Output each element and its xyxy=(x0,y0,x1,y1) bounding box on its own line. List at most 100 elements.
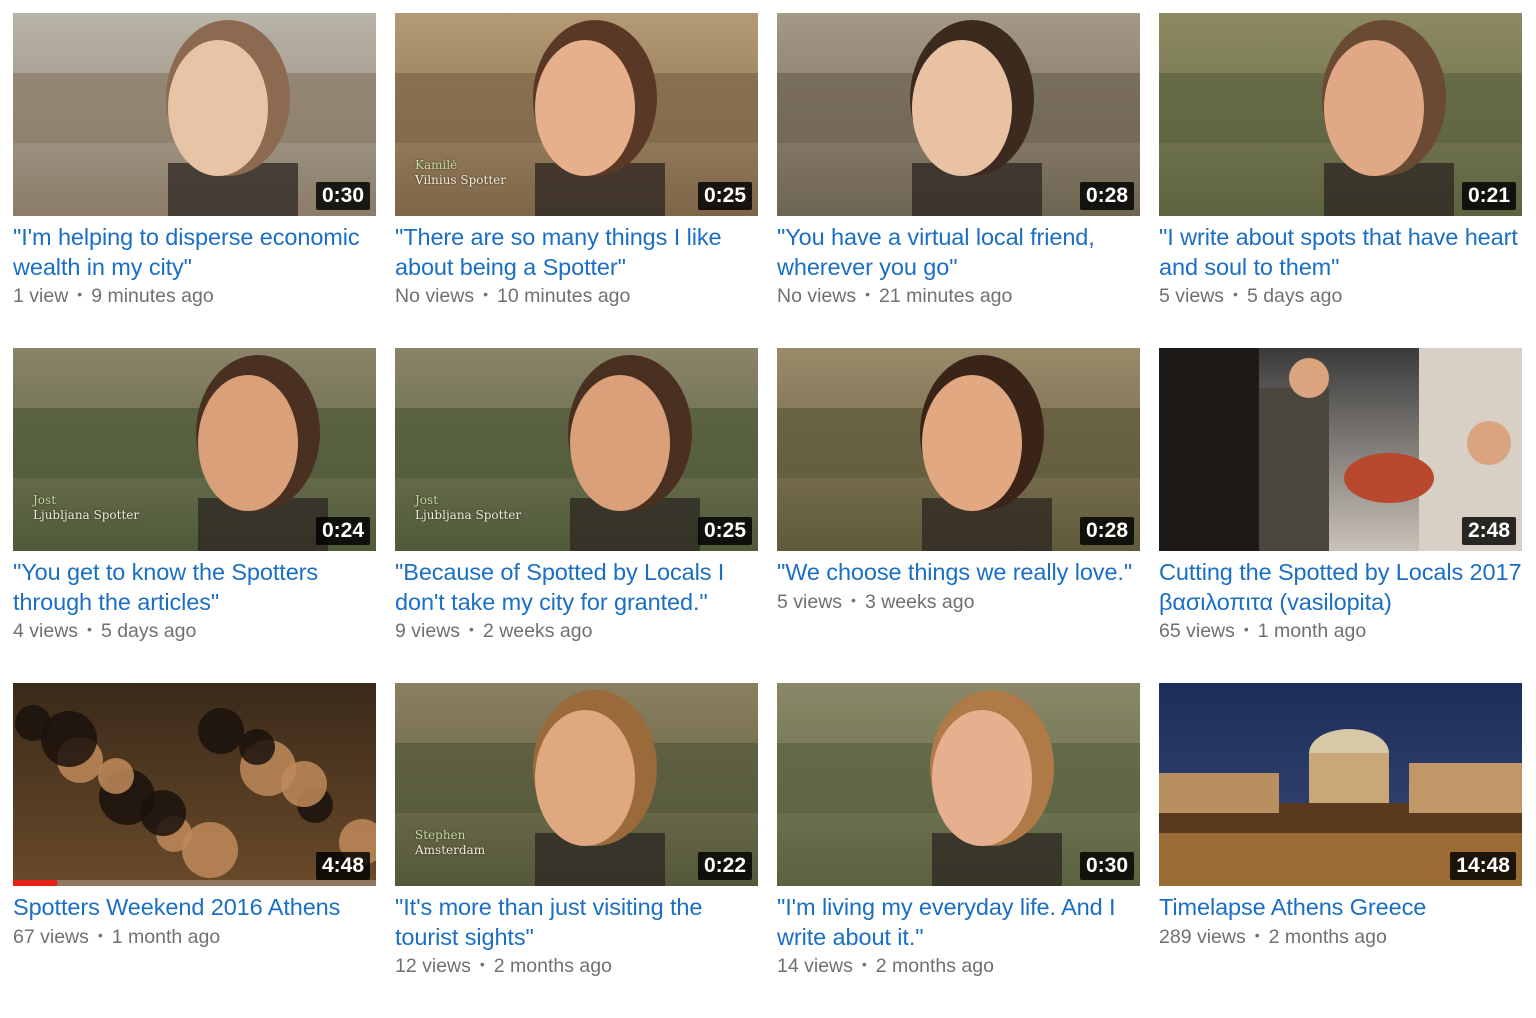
video-meta: No views • 10 minutes ago xyxy=(395,282,758,311)
video-meta: 1 view • 9 minutes ago xyxy=(13,282,376,311)
upload-age: 2 months ago xyxy=(1268,925,1387,948)
video-card[interactable]: 0:28 "You have a virtual local friend, w… xyxy=(777,13,1140,348)
video-card[interactable]: Jost Ljubljana Spotter 0:24 "You get to kn… xyxy=(13,348,376,683)
duration-badge: 0:24 xyxy=(315,517,370,545)
video-thumbnail[interactable]: Stephen Amsterdam 0:22 xyxy=(395,683,758,886)
video-title[interactable]: Spotters Weekend 2016 Athens xyxy=(13,893,376,923)
upload-age: 2 months ago xyxy=(493,955,612,977)
separator-dot: • xyxy=(469,621,474,637)
video-title[interactable]: Timelapse Athens Greece xyxy=(1159,893,1522,923)
caption-city: Amsterdam xyxy=(415,843,486,857)
separator-dot: • xyxy=(861,956,867,972)
video-title[interactable]: Cutting the Spotted by Locals 2017 βασιλ… xyxy=(1159,558,1522,617)
separator-dot: • xyxy=(1233,286,1238,302)
video-card[interactable]: Stephen Amsterdam 0:22 "It's more than jus… xyxy=(395,683,758,1018)
video-meta: No views • 21 minutes ago xyxy=(777,282,1140,311)
video-title[interactable]: "You get to know the Spotters through th… xyxy=(13,558,376,617)
upload-age: 9 minutes ago xyxy=(91,285,214,307)
video-title[interactable]: "Because of Spotted by Locals I don't ta… xyxy=(395,558,758,617)
video-thumbnail[interactable]: 2:48 xyxy=(1159,348,1522,551)
view-count: No views xyxy=(777,285,857,307)
video-meta: 12 views • 2 months ago xyxy=(395,952,758,981)
upload-age: 3 weeks ago xyxy=(864,590,975,613)
video-card[interactable]: 0:28 "We choose things we really love." … xyxy=(777,348,1140,683)
video-thumbnail[interactable]: 0:28 xyxy=(777,13,1140,216)
caption-city: Vilnius Spotter xyxy=(415,173,507,187)
watch-progress-track xyxy=(13,880,376,886)
video-thumbnail[interactable]: 0:21 xyxy=(1159,13,1522,216)
upload-age: 5 days ago xyxy=(1246,285,1343,307)
video-meta: 14 views • 2 months ago xyxy=(777,952,1140,981)
view-count: 67 views xyxy=(13,925,89,948)
video-thumbnail[interactable]: Kamilė Vilnius Spotter 0:25 xyxy=(395,13,758,216)
separator-dot: • xyxy=(87,621,92,637)
duration-badge: 0:21 xyxy=(1461,182,1516,210)
view-count: No views xyxy=(395,285,475,307)
video-title[interactable]: "It's more than just visiting the touris… xyxy=(395,893,758,952)
video-thumbnail[interactable]: 4:48 xyxy=(13,683,376,886)
video-meta: 5 views • 5 days ago xyxy=(1159,282,1522,311)
caption-name: Stephen xyxy=(415,828,466,842)
caption-name: Kamilė xyxy=(415,158,458,172)
view-count: 9 views xyxy=(395,620,461,642)
separator-dot: • xyxy=(1254,926,1260,943)
video-thumbnail[interactable]: 0:30 xyxy=(777,683,1140,886)
video-title[interactable]: "We choose things we really love." xyxy=(777,558,1140,588)
thumbnail-caption: Jost Ljubljana Spotter xyxy=(33,493,139,523)
thumbnail-caption: Kamilė Vilnius Spotter xyxy=(415,158,506,188)
video-card[interactable]: 0:21 "I write about spots that have hear… xyxy=(1159,13,1522,348)
view-count: 14 views xyxy=(777,955,853,977)
video-thumbnail[interactable]: 0:30 xyxy=(13,13,376,216)
upload-age: 1 month ago xyxy=(1257,620,1367,642)
duration-badge: 0:28 xyxy=(1079,517,1134,545)
caption-city: Ljubljana Spotter xyxy=(415,508,522,522)
view-count: 289 views xyxy=(1159,925,1246,948)
separator-dot: • xyxy=(483,286,489,302)
video-thumbnail[interactable]: Jost Ljubljana Spotter 0:24 xyxy=(13,348,376,551)
video-title[interactable]: "I'm living my everyday life. And I writ… xyxy=(777,893,1140,952)
video-title[interactable]: "I'm helping to disperse economic wealth… xyxy=(13,223,376,282)
video-card[interactable]: 0:30 "I'm helping to disperse economic w… xyxy=(13,13,376,348)
separator-dot: • xyxy=(1243,621,1249,637)
upload-age: 10 minutes ago xyxy=(497,285,631,307)
view-count: 65 views xyxy=(1159,620,1235,642)
separator-dot: • xyxy=(479,956,485,972)
video-meta: 4 views • 5 days ago xyxy=(13,617,376,646)
caption-name: Jost xyxy=(415,493,439,507)
duration-badge: 0:22 xyxy=(697,852,752,880)
duration-badge: 0:25 xyxy=(697,182,752,210)
watch-progress-bar xyxy=(13,880,57,886)
video-card[interactable]: 14:48 Timelapse Athens Greece 289 views •… xyxy=(1159,683,1522,1018)
video-title[interactable]: "There are so many things I like about b… xyxy=(395,223,758,282)
video-title[interactable]: "I write about spots that have heart and… xyxy=(1159,223,1522,282)
upload-age: 21 minutes ago xyxy=(879,285,1013,307)
video-meta: 5 views • 3 weeks ago xyxy=(777,588,1140,617)
upload-age: 2 months ago xyxy=(875,955,994,977)
upload-age: 5 days ago xyxy=(100,620,197,642)
separator-dot: • xyxy=(865,286,871,302)
video-meta: 67 views • 1 month ago xyxy=(13,923,376,952)
separator-dot: • xyxy=(77,286,83,302)
video-card[interactable]: 4:48 Spotters Weekend 2016 Athens 67 vie… xyxy=(13,683,376,1018)
duration-badge: 14:48 xyxy=(1450,852,1516,880)
view-count: 5 views xyxy=(1159,285,1225,307)
video-card[interactable]: 2:48 Cutting the Spotted by Locals 2017 … xyxy=(1159,348,1522,683)
video-thumbnail[interactable]: 14:48 xyxy=(1159,683,1522,886)
view-count: 5 views xyxy=(777,590,843,613)
separator-dot: • xyxy=(97,926,103,943)
duration-badge: 0:28 xyxy=(1079,182,1134,210)
upload-age: 1 month ago xyxy=(111,925,221,948)
duration-badge: 4:48 xyxy=(315,852,370,880)
video-card[interactable]: Jost Ljubljana Spotter 0:25 "Because of Sp… xyxy=(395,348,758,683)
video-thumbnail[interactable]: 0:28 xyxy=(777,348,1140,551)
video-thumbnail[interactable]: Jost Ljubljana Spotter 0:25 xyxy=(395,348,758,551)
duration-badge: 0:30 xyxy=(1079,852,1134,880)
caption-name: Jost xyxy=(33,493,57,507)
video-grid: 0:30 "I'm helping to disperse economic w… xyxy=(13,13,1522,1018)
video-card[interactable]: Kamilė Vilnius Spotter 0:25 "There are so … xyxy=(395,13,758,348)
duration-badge: 2:48 xyxy=(1461,517,1516,545)
upload-age: 2 weeks ago xyxy=(482,620,593,642)
video-title[interactable]: "You have a virtual local friend, wherev… xyxy=(777,223,1140,282)
video-card[interactable]: 0:30 "I'm living my everyday life. And I… xyxy=(777,683,1140,1018)
view-count: 4 views xyxy=(13,620,79,642)
